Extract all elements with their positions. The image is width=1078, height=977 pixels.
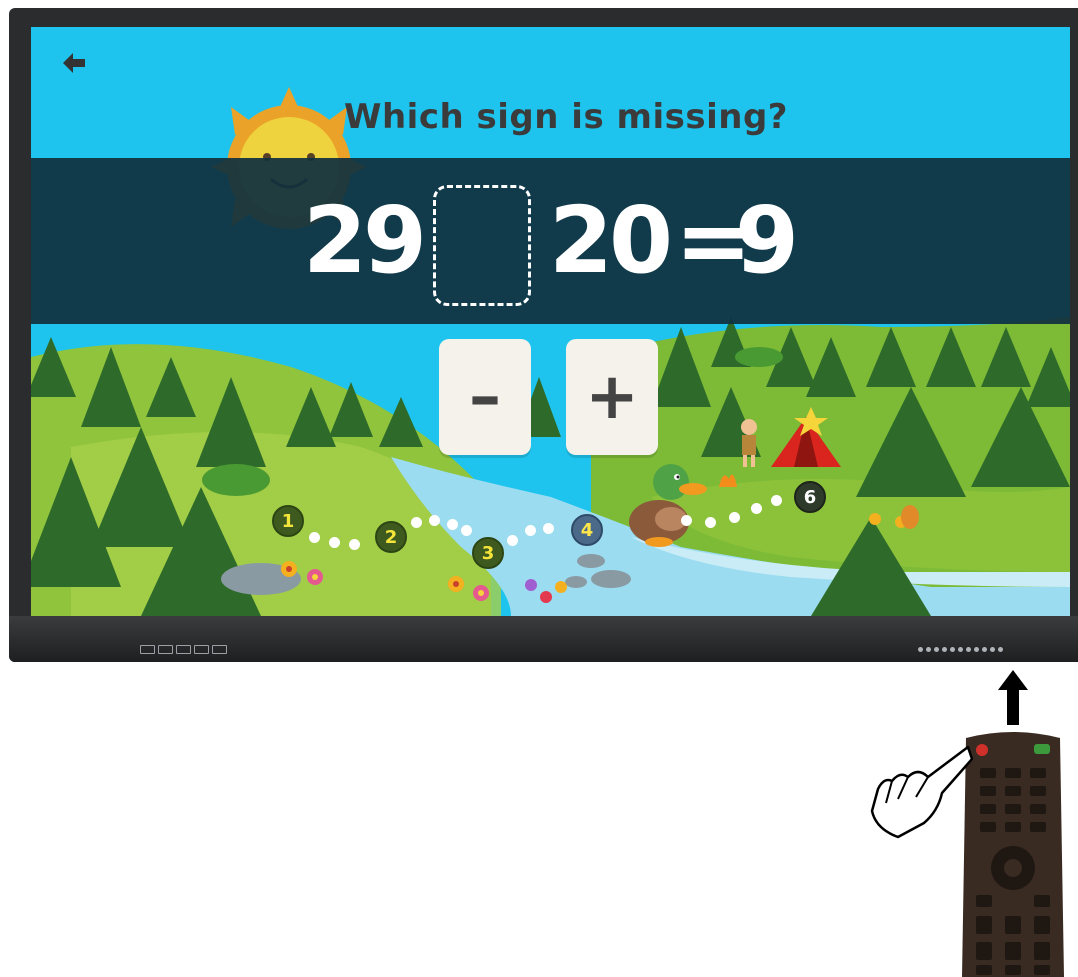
panel-button[interactable] xyxy=(934,647,939,652)
panel-button[interactable] xyxy=(990,647,995,652)
path-step-2: 2 xyxy=(375,521,407,553)
power-button xyxy=(976,744,988,756)
port xyxy=(140,645,155,654)
port xyxy=(212,645,227,654)
panel-button[interactable] xyxy=(974,647,979,652)
panel-button[interactable] xyxy=(942,647,947,652)
remote-control xyxy=(962,732,1064,977)
path-step-1: 1 xyxy=(272,505,304,537)
path-dot xyxy=(429,515,440,526)
port xyxy=(194,645,209,654)
path-dot xyxy=(507,535,518,546)
plus-choice-card[interactable]: + xyxy=(566,339,658,455)
panel-button[interactable] xyxy=(998,647,1003,652)
question-text: Which sign is missing? xyxy=(343,97,789,137)
back-button[interactable] xyxy=(59,49,89,77)
equation-right-operand: 20 xyxy=(549,187,673,294)
equation-left-operand: 29 xyxy=(303,187,427,294)
path-dot xyxy=(349,539,360,550)
path-dot xyxy=(411,517,422,528)
path-step-3: 3 xyxy=(472,537,504,569)
panel-button[interactable] xyxy=(950,647,955,652)
path-dot xyxy=(681,515,692,526)
path-dot xyxy=(309,532,320,543)
monitor-bezel xyxy=(9,616,1078,662)
front-buttons xyxy=(918,647,1003,652)
path-step-4: 4 xyxy=(571,514,603,546)
panel-button[interactable] xyxy=(918,647,923,652)
equation-result: 9 xyxy=(735,187,799,294)
panel-button[interactable] xyxy=(982,647,987,652)
path-dot xyxy=(525,525,536,536)
port xyxy=(176,645,191,654)
path-dot xyxy=(447,519,458,530)
path-dot xyxy=(543,523,554,534)
path-dot xyxy=(461,525,472,536)
game-screen: Which sign is missing? 29 20 = 9 – + 1 2… xyxy=(31,27,1070,616)
path-dot xyxy=(751,503,762,514)
path-dot xyxy=(329,537,340,548)
minus-choice-card[interactable]: – xyxy=(439,339,531,455)
back-arrow-icon xyxy=(63,53,85,73)
port xyxy=(158,645,173,654)
pointing-hand-icon xyxy=(870,745,973,839)
front-ports xyxy=(140,645,227,654)
path-step-6: 6 xyxy=(794,481,826,513)
path-dot xyxy=(771,495,782,506)
missing-sign-slot[interactable] xyxy=(433,185,531,306)
path-dot xyxy=(729,512,740,523)
path-dot xyxy=(705,517,716,528)
panel-button[interactable] xyxy=(966,647,971,652)
panel-button[interactable] xyxy=(926,647,931,652)
up-arrow-icon xyxy=(998,670,1028,725)
panel-button[interactable] xyxy=(958,647,963,652)
